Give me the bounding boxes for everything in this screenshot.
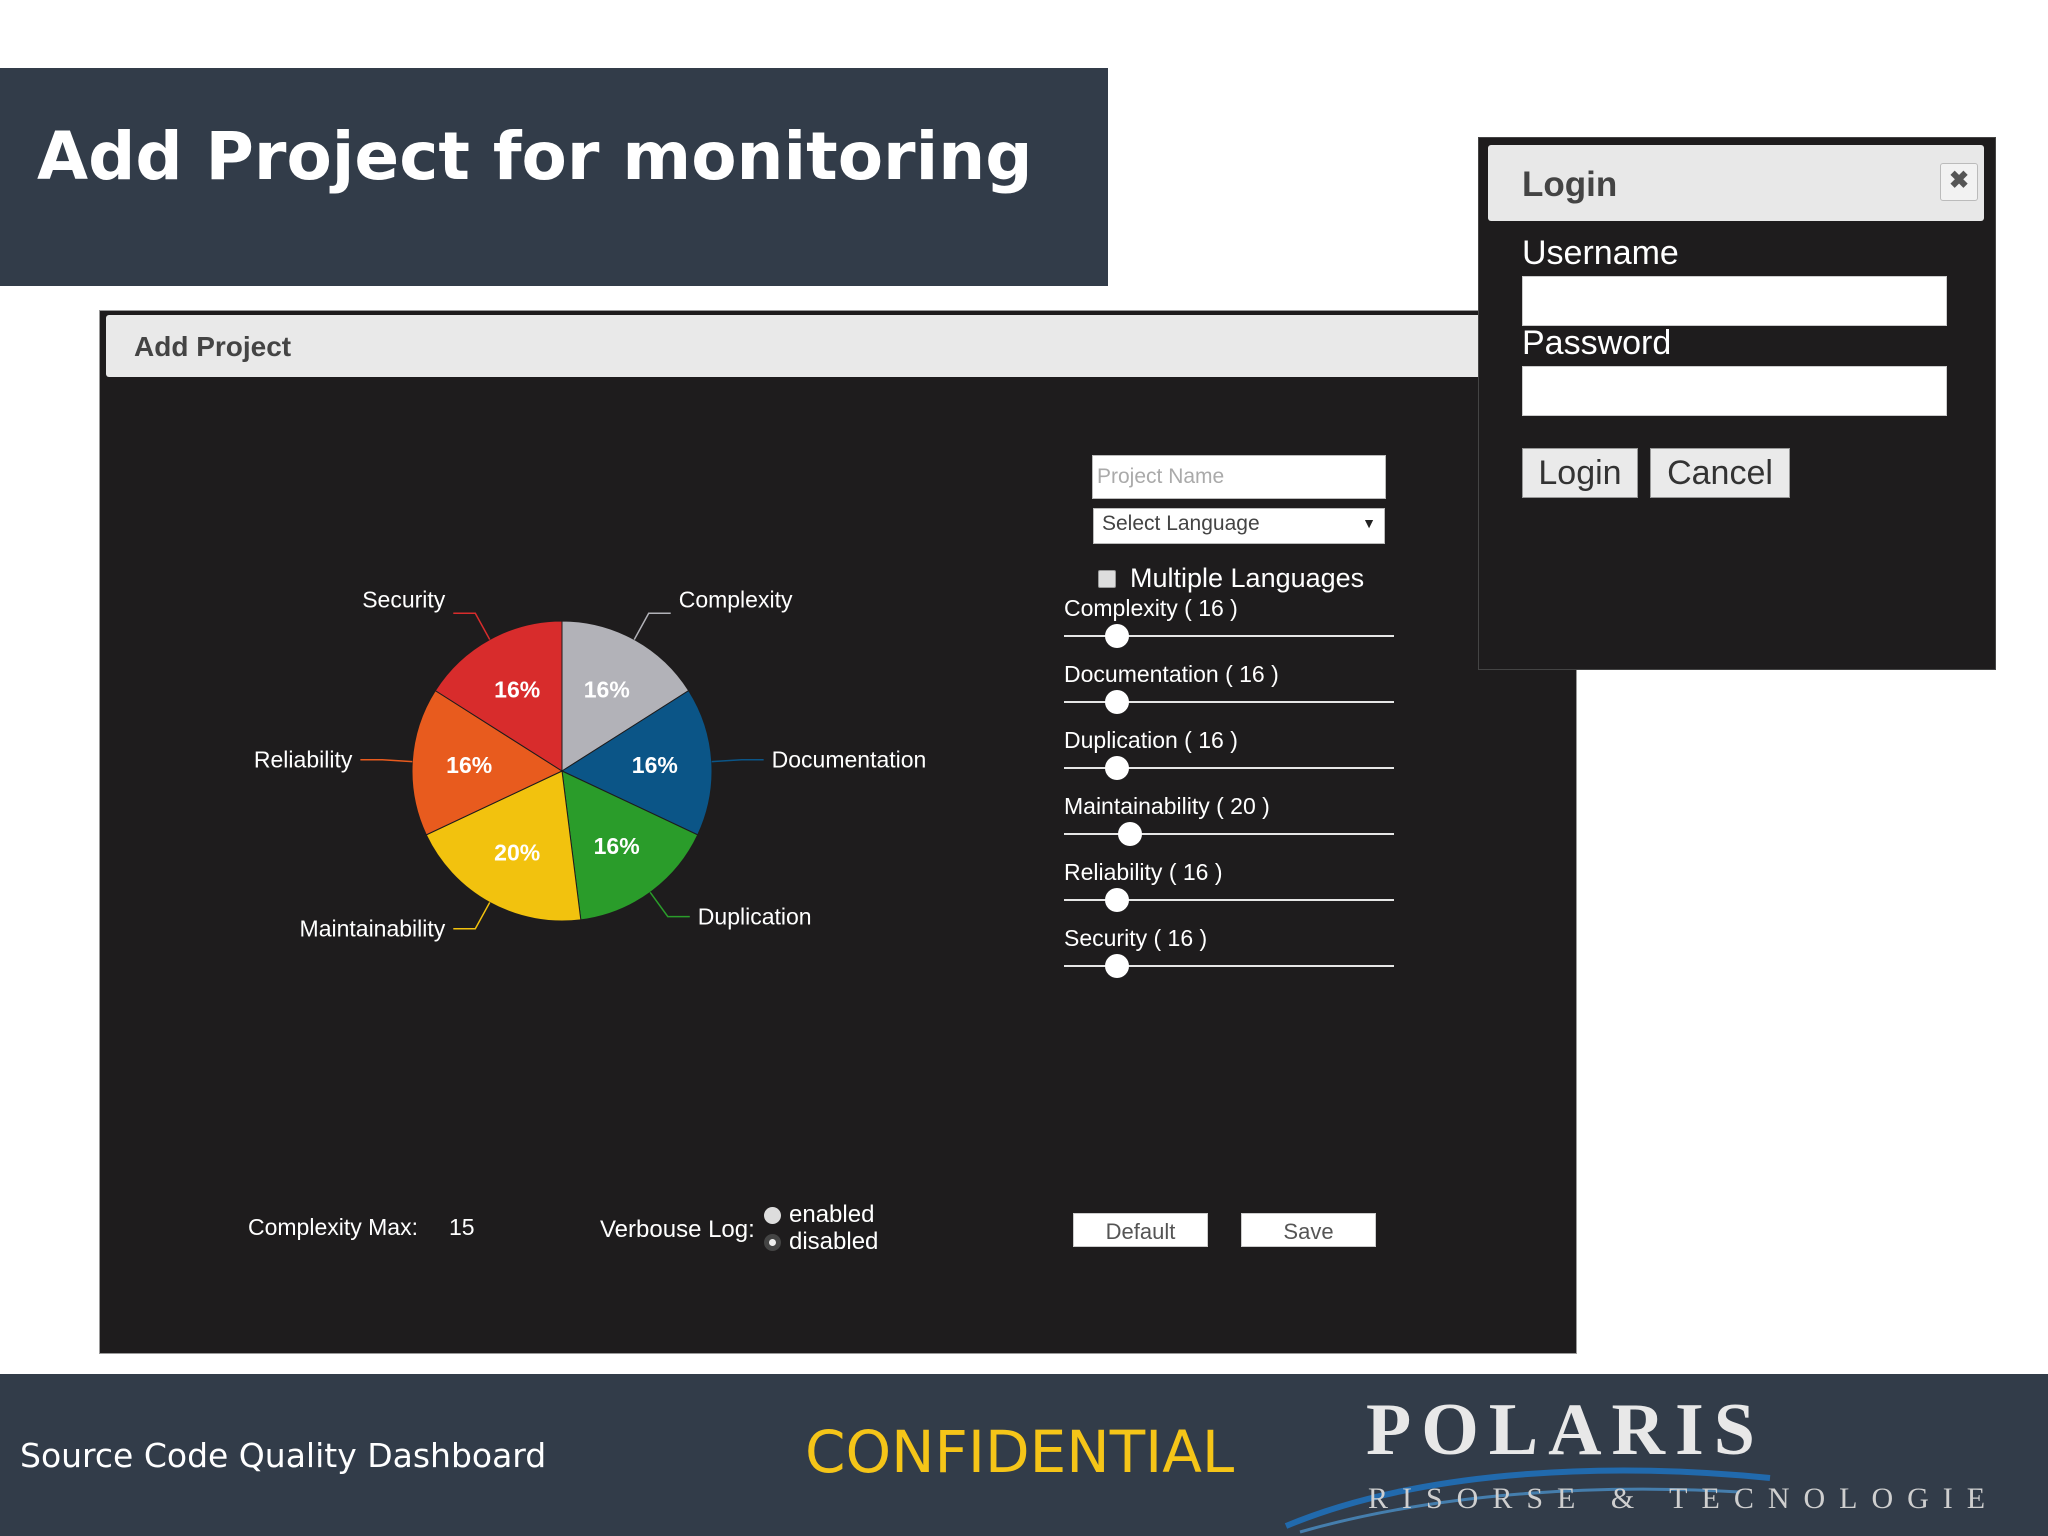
slider-thumb[interactable] bbox=[1118, 822, 1142, 846]
weight-slider[interactable] bbox=[1064, 888, 1394, 912]
pie-percent-label: 16% bbox=[446, 752, 492, 778]
pie-category-label: Duplication bbox=[698, 904, 812, 930]
slider-label: Duplication ( 16 ) bbox=[1064, 727, 1238, 753]
slider-thumb[interactable] bbox=[1104, 624, 1129, 648]
weight-slider[interactable] bbox=[1064, 822, 1394, 846]
slider-label: Complexity ( 16 ) bbox=[1064, 595, 1238, 621]
logo-text: POLARIS bbox=[1366, 1389, 1765, 1471]
slider-label: Security ( 16 ) bbox=[1064, 925, 1208, 951]
username-input[interactable] bbox=[1522, 276, 1947, 326]
pie-percent-label: 16% bbox=[632, 752, 678, 778]
username-label: Username bbox=[1522, 234, 1679, 272]
login-dialog: Login ✖ Username Password Login Cancel bbox=[1478, 137, 1996, 670]
pie-percent-label: 20% bbox=[494, 839, 540, 865]
pie-leader-line bbox=[453, 902, 491, 930]
save-button[interactable]: Save bbox=[1241, 1213, 1376, 1247]
verbose-disabled-radio[interactable] bbox=[764, 1233, 781, 1251]
pie-category-label: Complexity bbox=[679, 586, 793, 612]
verbose-enabled-radio[interactable] bbox=[764, 1206, 781, 1224]
polaris-logo: POLARIS RISORSE & TECNOLOGIE bbox=[1284, 1389, 1999, 1534]
footer-title: Source Code Quality Dashboard bbox=[20, 1436, 547, 1475]
login-title: Login bbox=[1522, 165, 1618, 204]
slider-thumb[interactable] bbox=[1104, 756, 1129, 780]
verbose-disabled-option[interactable]: disabled bbox=[764, 1228, 878, 1256]
slide-title-band: Add Project for monitoring bbox=[0, 68, 1108, 286]
logo-subtext: RISORSE & TECNOLOGIE bbox=[1368, 1482, 1999, 1515]
pie-leader-line bbox=[453, 612, 491, 640]
slide-title: Add Project for monitoring bbox=[37, 118, 1033, 195]
cancel-button[interactable]: Cancel bbox=[1650, 448, 1790, 498]
pie-leader-line bbox=[633, 612, 671, 640]
verbose-disabled-label: disabled bbox=[789, 1228, 879, 1255]
pie-percent-label: 16% bbox=[584, 677, 630, 703]
pie-percent-label: 16% bbox=[494, 677, 540, 703]
complexity-max-value[interactable]: 15 bbox=[449, 1214, 475, 1241]
default-button[interactable]: Default bbox=[1073, 1213, 1208, 1247]
weights-pie-chart: 16% Complexity 16% Documentation 16% Duplicat… bbox=[254, 586, 927, 942]
multiple-languages-row[interactable]: Multiple Languages bbox=[1098, 563, 1364, 594]
pie-leader-line bbox=[649, 891, 690, 918]
slider-thumb[interactable] bbox=[1104, 888, 1129, 912]
multiple-languages-label: Multiple Languages bbox=[1130, 563, 1365, 593]
verbose-log-label: Verbouse Log: bbox=[600, 1216, 755, 1243]
language-select[interactable]: Select Language ▼ bbox=[1093, 508, 1385, 544]
close-icon[interactable]: ✖ bbox=[1940, 163, 1978, 201]
pie-leader-line bbox=[711, 758, 764, 763]
password-input[interactable] bbox=[1522, 366, 1947, 416]
pie-leader-line bbox=[360, 758, 413, 763]
complexity-max-label: Complexity Max: bbox=[248, 1214, 418, 1240]
login-header: Login ✖ bbox=[1488, 145, 1984, 221]
pie-category-label: Security bbox=[362, 586, 446, 612]
language-select-value: Select Language bbox=[1102, 512, 1260, 535]
confidential-label: CONFIDENTIAL bbox=[805, 1418, 1235, 1486]
slider-label: Reliability ( 16 ) bbox=[1064, 859, 1223, 885]
add-project-window: Add Project 16% Complexity 16% Documentatio… bbox=[99, 310, 1577, 1354]
pie-category-label: Maintainability bbox=[300, 916, 446, 942]
slider-label: Maintainability ( 20 ) bbox=[1064, 793, 1270, 819]
slider-thumb[interactable] bbox=[1104, 954, 1129, 978]
weight-slider[interactable] bbox=[1064, 690, 1394, 714]
slider-thumb[interactable] bbox=[1104, 690, 1129, 714]
weight-slider[interactable] bbox=[1064, 954, 1394, 978]
chevron-down-icon: ▼ bbox=[1362, 515, 1376, 531]
weight-slider[interactable] bbox=[1064, 756, 1394, 780]
pie-category-label: Reliability bbox=[254, 747, 353, 773]
slide-footer: Source Code Quality Dashboard CONFIDENTI… bbox=[0, 1374, 2048, 1536]
verbose-enabled-option[interactable]: enabled bbox=[764, 1201, 874, 1229]
pie-category-label: Documentation bbox=[772, 747, 927, 773]
login-button[interactable]: Login bbox=[1522, 448, 1638, 498]
multiple-languages-checkbox[interactable] bbox=[1098, 569, 1116, 588]
project-name-input[interactable] bbox=[1092, 455, 1386, 499]
slider-label: Documentation ( 16 ) bbox=[1064, 661, 1279, 687]
weight-slider[interactable] bbox=[1064, 624, 1394, 648]
password-label: Password bbox=[1522, 324, 1672, 362]
pie-percent-label: 16% bbox=[594, 833, 640, 859]
verbose-enabled-label: enabled bbox=[789, 1201, 875, 1228]
